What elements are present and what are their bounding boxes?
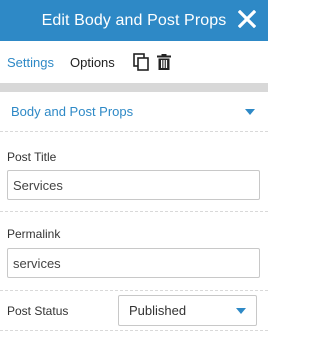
close-button[interactable] (236, 8, 258, 30)
panel-header: Edit Body and Post Props (0, 0, 268, 41)
permalink-input[interactable] (7, 248, 260, 278)
section-header[interactable]: Body and Post Props (0, 92, 268, 132)
post-status-field: Post Status Published (0, 291, 268, 331)
close-icon (238, 10, 256, 28)
tab-bar: Settings Options (0, 41, 268, 83)
delete-button[interactable] (155, 53, 173, 71)
post-title-label: Post Title (7, 150, 57, 164)
tab-settings[interactable]: Settings (0, 55, 61, 70)
caret-down-icon (245, 108, 255, 115)
post-title-input[interactable] (7, 170, 260, 200)
duplicate-icon (132, 53, 149, 71)
section-title: Body and Post Props (11, 104, 134, 119)
tab-options[interactable]: Options (61, 55, 122, 70)
divider-bar (0, 83, 268, 92)
post-status-value: Published (129, 303, 187, 318)
panel-title: Edit Body and Post Props (41, 11, 227, 29)
post-status-label: Post Status (7, 303, 69, 318)
post-title-field: Post Title (0, 132, 268, 212)
trash-icon (156, 54, 171, 70)
chevron-down-icon (236, 307, 246, 314)
permalink-label: Permalink (7, 227, 61, 241)
post-status-select[interactable]: Published (118, 295, 257, 326)
duplicate-button[interactable] (132, 53, 150, 71)
permalink-field: Permalink (0, 212, 268, 291)
